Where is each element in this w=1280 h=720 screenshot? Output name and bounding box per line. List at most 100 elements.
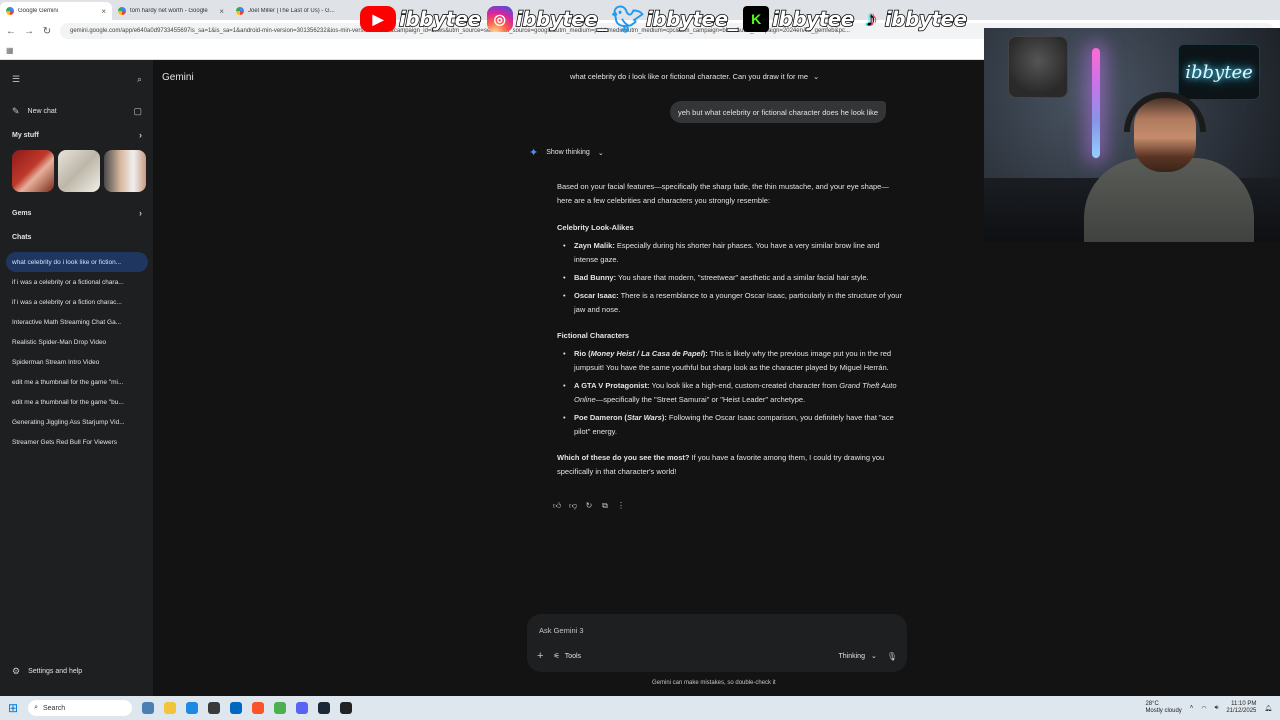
fictional-list: Rio (Money Heist / La Casa de Papel): Th…	[557, 347, 902, 439]
thumbs-down-icon[interactable]: 👎︎	[568, 501, 578, 511]
tiktok-handle: ♪ ibbytee	[860, 6, 967, 32]
back-icon[interactable]: ←	[6, 26, 16, 37]
handle-name: ibbytee_	[645, 6, 738, 32]
google-favicon-icon	[236, 7, 244, 15]
chat-item[interactable]: Spiderman Stream Intro Video	[6, 352, 148, 372]
show-thinking-toggle[interactable]: ✦ Show thinking ⌄	[529, 146, 604, 159]
chat-item[interactable]: Interactive Math Streaming Chat Ga...	[6, 312, 148, 332]
tab-tom-hardy[interactable]: tom hardy net worth - Google ×	[112, 2, 230, 20]
forward-icon[interactable]: →	[24, 26, 34, 37]
chat-item[interactable]: if i was a celebrity or a fictional char…	[6, 272, 148, 292]
rgb-light-bar	[1092, 48, 1100, 158]
redo-icon[interactable]: ↻	[584, 501, 594, 511]
weather-desc: Mostly cloudy	[1145, 708, 1182, 714]
taskbar-search[interactable]: ⌕ Search	[28, 700, 133, 716]
menu-icon[interactable]: ☰	[12, 74, 20, 85]
reload-icon[interactable]: ↻	[42, 26, 52, 37]
chat-item[interactable]: Realistic Spider-Man Drop Video	[6, 332, 148, 352]
chat-item[interactable]: what celebrity do i look like or fiction…	[6, 252, 148, 272]
item-name: Oscar Isaac:	[574, 291, 619, 300]
celebrity-list: Zayn Malik: Especially during his shorte…	[557, 239, 902, 317]
discord-icon[interactable]	[296, 702, 309, 714]
fictional-heading: Fictional Characters	[557, 331, 630, 340]
close-tab-icon[interactable]: ×	[101, 7, 106, 16]
close-tab-icon[interactable]: ×	[219, 7, 224, 16]
chrome-icon[interactable]	[274, 702, 287, 714]
prompt-placeholder[interactable]: Ask Gemini 3	[539, 626, 584, 635]
wifi-icon[interactable]: ◠	[1201, 705, 1206, 712]
list-item: Zayn Malik: Especially during his shorte…	[557, 239, 902, 267]
app-icon[interactable]	[208, 702, 221, 714]
new-chat-button[interactable]: ✎ New chat ▢	[12, 104, 142, 118]
volume-icon[interactable]: 🔊︎	[1215, 705, 1219, 712]
chat-item-label: what celebrity do i look like or fiction…	[12, 258, 122, 266]
chevron-right-icon: ›	[139, 208, 142, 218]
show-thinking-label: Show thinking	[546, 149, 590, 156]
thumbs-up-icon[interactable]: 👍︎	[552, 501, 562, 511]
chat-item[interactable]: Streamer Gets Red Bull For Viewers	[6, 432, 148, 452]
microphone-icon[interactable]: 🎙︎	[887, 652, 897, 661]
conversation-title[interactable]: what celebrity do i look like or fiction…	[570, 72, 819, 81]
handle-name: ibbytee	[771, 6, 855, 32]
sidebar: ☰ ⌕ ✎ New chat ▢ My stuff › Gems › Chats…	[0, 60, 153, 696]
tab-joel-miller[interactable]: Joel Miller (The Last of Us) - G...	[230, 2, 348, 20]
poe-name: Poe Dameron (	[574, 413, 627, 422]
chat-item[interactable]: edit me a thumbnail for the game "bu...	[6, 392, 148, 412]
edge-icon[interactable]	[186, 702, 199, 714]
chat-item[interactable]: edit me a thumbnail for the game "mi...	[6, 372, 148, 392]
temporary-chat-icon[interactable]: ▢	[133, 106, 142, 117]
settings-and-help-button[interactable]: ⚙ Settings and help	[12, 666, 82, 677]
chat-item-label: Realistic Spider-Man Drop Video	[12, 338, 107, 346]
chat-item[interactable]: if i was a celebrity or a fiction charac…	[6, 292, 148, 312]
poe-show: Star Wars	[626, 413, 662, 422]
thumbnail-image[interactable]	[12, 150, 54, 192]
brave-icon[interactable]	[252, 702, 265, 714]
tab-google-gemini[interactable]: Google Gemini ×	[0, 2, 112, 20]
item-name: Poe Dameron (Star Wars):	[574, 413, 667, 422]
disclaimer: Gemini can make mistakes, so double-chec…	[652, 680, 776, 686]
my-stuff-header[interactable]: My stuff ›	[12, 130, 142, 140]
tools-button[interactable]: ⚟ Tools	[553, 652, 581, 661]
prompt-input-box[interactable]: Ask Gemini 3 + ⚟ Tools Thinking ⌄ 🎙︎	[527, 614, 907, 672]
chat-item-label: Spiderman Stream Intro Video	[12, 358, 100, 366]
chevron-down-icon: ⌄	[597, 149, 604, 157]
closing-bold: Which of these do you see the most?	[557, 453, 690, 462]
notification-icon[interactable]: 🔔︎	[1264, 705, 1272, 712]
gems-header[interactable]: Gems ›	[12, 208, 142, 218]
task-view-icon[interactable]	[142, 702, 155, 714]
kick-handle: K ibbytee	[743, 6, 855, 32]
windows-start-icon[interactable]: ⊞	[8, 701, 18, 715]
thumbnail-image[interactable]	[58, 150, 100, 192]
search-icon[interactable]: ⌕	[137, 74, 142, 85]
copy-icon[interactable]: ⧉	[600, 501, 610, 511]
chevron-up-icon[interactable]: ˄	[1190, 705, 1194, 711]
handle-name: ibbytee	[398, 6, 482, 32]
twitter-icon: 🐦︎	[611, 3, 645, 34]
gemini-brand[interactable]: Gemini	[162, 72, 194, 83]
model-mode-picker[interactable]: Thinking ⌄	[839, 652, 877, 661]
steam-icon[interactable]	[318, 702, 331, 714]
tab-label: Google Gemini	[18, 8, 59, 14]
tab-label: tom hardy net worth - Google	[130, 8, 208, 14]
clock[interactable]: 11:10 PM 21/12/2025	[1226, 701, 1256, 715]
more-vert-icon[interactable]: ⋮	[616, 501, 626, 511]
item-name: A GTA V Protagonist:	[574, 381, 650, 390]
model-response: Based on your facial features—specifical…	[557, 180, 902, 492]
webcam-overlay: ibbytee	[984, 28, 1280, 242]
plus-icon[interactable]: +	[537, 650, 543, 662]
chat-item[interactable]: Generating Jiggling Ass Starjump Vid...	[6, 412, 148, 432]
item-text: You share that modern, "streetwear" aest…	[616, 273, 869, 282]
list-item: Oscar Isaac: There is a resemblance to a…	[557, 289, 902, 317]
outlook-icon[interactable]	[230, 702, 243, 714]
tools-icon: ⚟	[553, 653, 560, 660]
obs-icon[interactable]	[340, 702, 353, 714]
thumbnail-image[interactable]	[104, 150, 146, 192]
file-explorer-icon[interactable]	[164, 702, 177, 714]
instagram-icon: ◎	[486, 6, 513, 32]
chats-heading: Chats	[12, 234, 142, 241]
response-intro: Based on your facial features—specifical…	[557, 182, 889, 205]
instagram-handle: ◎ ibbytee_	[486, 6, 608, 32]
apps-grid-icon[interactable]: ▦	[6, 46, 14, 55]
prompt-toolbar: + ⚟ Tools Thinking ⌄ 🎙︎	[537, 650, 897, 662]
weather-widget[interactable]: 28°C Mostly cloudy	[1145, 701, 1181, 715]
